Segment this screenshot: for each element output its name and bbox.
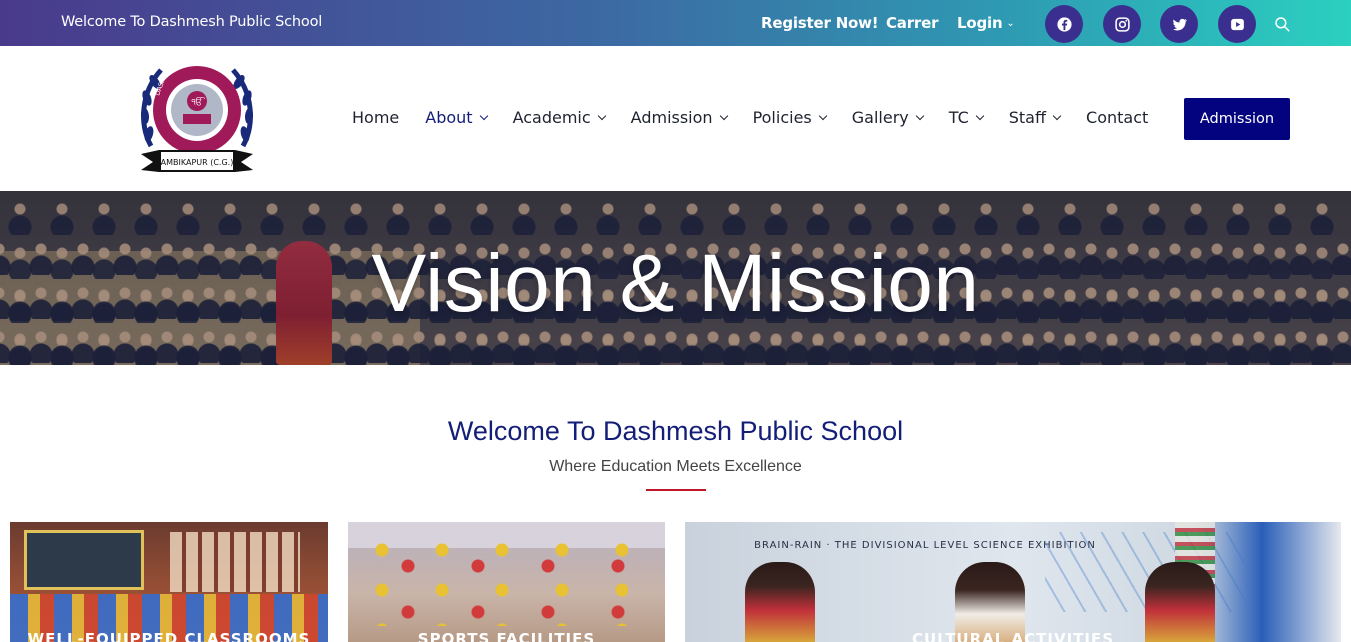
classroom-window-image — [170, 532, 300, 592]
nav-home-label: Home — [352, 108, 400, 127]
chevron-down-icon: ⌄ — [1006, 18, 1015, 29]
main-header: ੴ AMBIKAPUR (C.G.) DASHMESH PUBLIC SCHOO… — [0, 7, 1351, 191]
balloons-image — [368, 536, 628, 626]
card-label: CULTURAL ACTIVITIES — [911, 630, 1115, 642]
nav-academic-label: Academic — [512, 108, 591, 127]
card-sports[interactable]: SPORTS FACILITIES — [348, 522, 665, 642]
nav-contact[interactable]: Contact — [1086, 108, 1148, 127]
twitter-icon[interactable] — [1160, 5, 1198, 43]
chevron-down-icon — [597, 111, 606, 121]
hero-banner: Vision & Mission — [0, 191, 1351, 365]
register-now-link[interactable]: Register Now! — [761, 14, 879, 32]
nav-staff-label: Staff — [1008, 108, 1047, 127]
nav-admission-label: Admission — [630, 108, 713, 127]
login-label: Login — [957, 14, 1003, 32]
chevron-down-icon — [479, 111, 488, 121]
facebook-icon[interactable] — [1045, 5, 1083, 43]
search-icon[interactable] — [1273, 15, 1291, 33]
nav-about-label: About — [425, 108, 473, 127]
title-divider — [646, 489, 706, 491]
nav-policies-label: Policies — [752, 108, 812, 127]
school-logo[interactable]: ੴ AMBIKAPUR (C.G.) DASHMESH PUBLIC SCHOO… — [137, 7, 257, 184]
nav-policies[interactable]: Policies — [752, 108, 827, 127]
classroom-board-image — [24, 530, 144, 590]
logo-location-text: AMBIKAPUR (C.G.) — [161, 158, 234, 167]
nav-admission[interactable]: Admission — [630, 108, 728, 127]
main-nav: Home About Academic Admission Policies G… — [352, 108, 1174, 127]
chevron-down-icon — [719, 111, 728, 121]
card-cultural[interactable]: BRAIN-RAIN · THE DIVISIONAL LEVEL SCIENC… — [685, 522, 1341, 642]
top-bar: Welcome To Dashmesh Public School Regist… — [0, 0, 1351, 46]
carrer-link[interactable]: Carrer — [886, 14, 938, 32]
admission-button[interactable]: Admission — [1184, 98, 1290, 140]
instagram-icon[interactable] — [1103, 5, 1141, 43]
card-label: WELL-EQUIPPED CLASSROOMS — [27, 630, 311, 642]
nav-gallery-label: Gallery — [851, 108, 909, 127]
nav-home[interactable]: Home — [352, 108, 399, 127]
nav-academic[interactable]: Academic — [512, 108, 606, 127]
nav-gallery[interactable]: Gallery — [851, 108, 924, 127]
welcome-subtitle: Where Education Meets Excellence — [549, 458, 802, 475]
hero-title: Vision & Mission — [371, 238, 980, 329]
chevron-down-icon — [975, 111, 984, 121]
card-classrooms[interactable]: WELL-EQUIPPED CLASSROOMS — [10, 522, 328, 642]
nav-contact-label: Contact — [1086, 108, 1149, 127]
welcome-title: Welcome To Dashmesh Public School — [447, 416, 904, 446]
welcome-text: Welcome To Dashmesh Public School — [61, 14, 323, 30]
chevron-down-icon — [818, 111, 827, 121]
chevron-down-icon — [1052, 111, 1062, 121]
nav-tc[interactable]: TC — [948, 108, 984, 127]
nav-tc-label: TC — [948, 108, 969, 127]
card-label: SPORTS FACILITIES — [417, 630, 596, 642]
nav-about[interactable]: About — [425, 108, 488, 127]
login-menu[interactable]: Login ⌄ — [957, 14, 1015, 32]
nav-staff[interactable]: Staff — [1008, 108, 1062, 127]
chevron-down-icon — [915, 111, 924, 121]
youtube-icon[interactable] — [1218, 5, 1256, 43]
